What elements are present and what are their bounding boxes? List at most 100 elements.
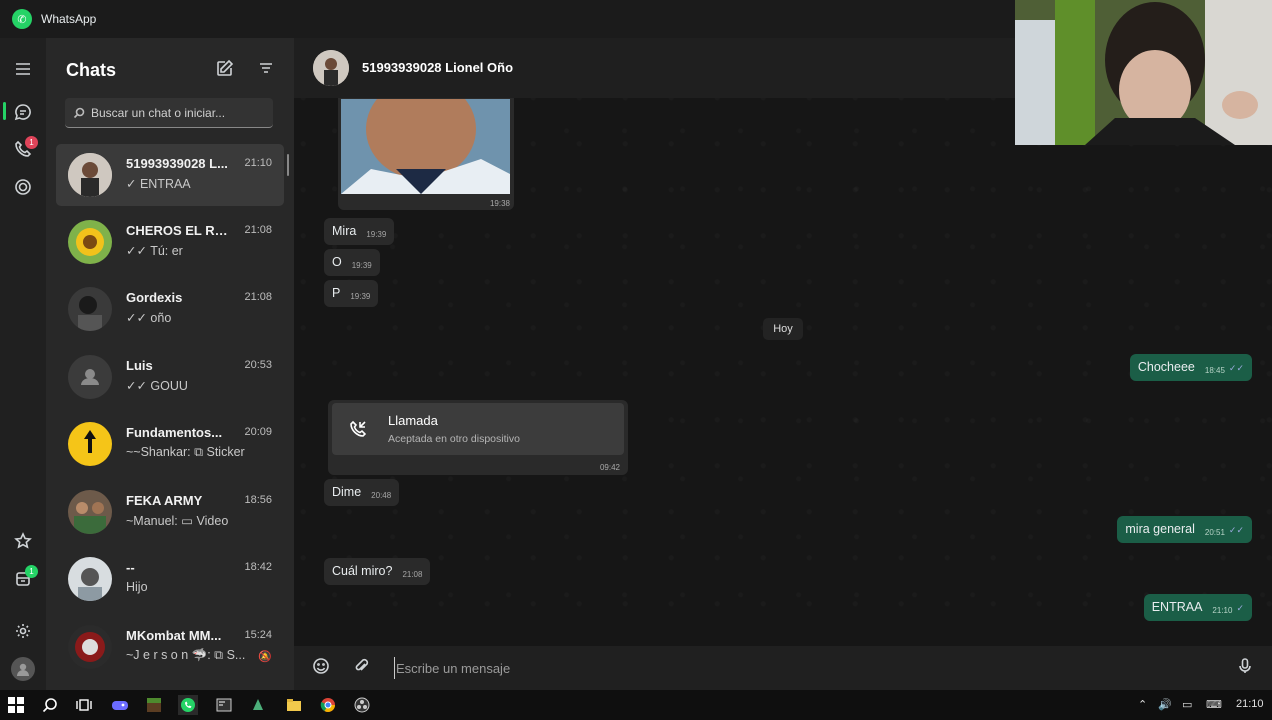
call-title: Llamada [388,413,438,428]
windows-taskbar: ⌃ 🔊 ▭ ⌨ 21:10 [0,690,1272,720]
nav-rail: 1 1 [0,38,46,690]
chats-icon[interactable] [12,101,34,123]
incoming-message[interactable]: Dime 20:48 [324,479,400,506]
tray-chevron-icon[interactable]: ⌃ [1138,698,1147,711]
chat-preview: ✓ ENTRAA [126,177,191,191]
chat-preview: Hijo [126,580,148,594]
sent-tick-icon: ✓ [1236,603,1244,613]
webcam-overlay [1015,0,1272,145]
chat-avatar [68,557,112,601]
filter-icon[interactable] [257,59,275,77]
image-message[interactable]: 19:38 [338,98,514,210]
chat-list-panel: Chats 51993939028 L... 21:10 ✓ ENTRAA CH… [46,38,294,690]
minecraft-icon[interactable] [144,695,164,715]
chat-name: -- [126,560,135,575]
chat-time: 15:24 [244,629,272,641]
task-view-icon[interactable] [74,695,94,715]
call-card[interactable]: Llamada Aceptada en otro dispositivo [332,403,624,455]
chat-item[interactable]: MKombat MM... 15:24 ~J e r s o n 🦈: ⧉ S.… [56,616,284,678]
message-text: Cuál miro? [332,564,393,578]
game-app-icon[interactable] [110,695,130,715]
message-text: Chocheee [1137,360,1195,374]
emoji-icon[interactable] [312,657,332,677]
read-receipt-icon: ✓✓ [1228,363,1244,373]
obs-icon[interactable] [352,695,372,715]
message-text: ENTRAA [1151,600,1203,614]
game-launcher-icon[interactable] [248,695,268,715]
message-input[interactable] [394,657,1214,679]
volume-icon[interactable]: 🔊 [1158,698,1172,711]
chat-list-scrollbar[interactable] [287,154,289,176]
message-time: 19:39 [351,261,372,270]
calls-badge: 1 [25,136,38,149]
incoming-message[interactable]: Mira 19:39 [324,218,395,245]
search-icon [73,107,85,118]
message-text: Dime [332,485,362,499]
keyboard-icon[interactable]: ⌨ [1206,698,1222,711]
call-subtitle: Aceptada en otro dispositivo [388,433,520,445]
menu-icon[interactable] [12,58,34,80]
settings-icon[interactable] [12,620,34,642]
active-indicator [3,102,6,120]
message-time: 20:48 [371,491,392,500]
chat-item[interactable]: -- 18:42 Hijo [56,548,284,610]
chat-item[interactable]: Luis 20:53 ✓✓ GOUU [56,346,284,408]
attach-icon[interactable] [352,657,372,677]
search-box[interactable] [65,98,273,128]
message-time: 21:10 [1212,606,1233,615]
message-time: 19:39 [366,230,387,239]
window-title: WhatsApp [41,12,97,26]
contact-name: 51993939028 Lionel Oño [362,60,514,75]
chat-item[interactable]: Fundamentos... 20:09 ~~Shankar: ⧉ Sticke… [56,413,284,475]
whatsapp-taskbar-icon[interactable] [178,695,198,715]
muted-icon: 🔕 [258,651,272,663]
chrome-icon[interactable] [318,695,338,715]
message-time: 09:42 [599,463,620,472]
starred-icon[interactable] [12,530,34,552]
microphone-icon[interactable] [1236,657,1256,677]
clock[interactable]: 21:10 [1236,698,1264,710]
chat-name: Luis [126,358,153,373]
chat-preview: ~Manuel: ▭ Video [126,514,229,528]
outgoing-message[interactable]: ENTRAA 21:10 ✓ [1143,594,1252,621]
chat-item[interactable]: Gordexis 21:08 ✓✓ oño [56,278,284,340]
message-time: 20:51 [1204,528,1225,537]
chat-time: 18:56 [244,494,272,506]
message-time: 18:45 [1204,366,1225,375]
message-time: 21:08 [402,570,423,579]
message-time: 19:38 [489,199,510,208]
message-text: P [332,286,341,300]
network-icon[interactable]: ▭ [1182,698,1192,711]
chat-item[interactable]: 51993939028 L... 21:10 ✓ ENTRAA [56,144,284,206]
chat-preview: ~J e r s o n 🦈: ⧉ S... [126,648,246,662]
incoming-message[interactable]: Cuál miro? 21:08 [324,558,431,585]
search-input[interactable] [91,105,271,120]
chat-avatar [68,220,112,264]
photo-thumbnail[interactable] [341,99,510,194]
incoming-message[interactable]: O 19:39 [324,249,380,276]
incoming-message[interactable]: P 19:39 [324,280,379,307]
chat-name: FEKA ARMY [126,493,203,508]
contact-avatar[interactable] [313,50,349,86]
chat-name: Gordexis [126,290,183,305]
windows-start-icon[interactable] [6,695,26,715]
message-composer [294,646,1272,690]
chat-item[interactable]: FEKA ARMY 18:56 ~Manuel: ▭ Video [56,481,284,543]
outgoing-message[interactable]: mira general 20:51 ✓✓ [1117,516,1252,543]
file-explorer-icon[interactable] [284,695,304,715]
new-chat-icon[interactable] [216,59,234,77]
terminal-icon[interactable] [214,695,234,715]
chat-time: 21:10 [244,157,272,169]
chat-time: 20:53 [244,359,272,371]
chats-heading: Chats [66,60,117,80]
chat-avatar [68,490,112,534]
message-text: Mira [332,224,357,238]
chat-item[interactable]: CHEROS EL RE... 21:08 ✓✓ Tú: er [56,211,284,273]
status-icon[interactable] [12,176,34,198]
search-taskbar-icon[interactable] [40,695,60,715]
call-message[interactable]: Llamada Aceptada en otro dispositivo 09:… [328,400,628,475]
profile-avatar[interactable] [11,657,35,681]
outgoing-message[interactable]: Chocheee 18:45 ✓✓ [1129,354,1252,381]
chat-name: Fundamentos... [126,425,223,440]
chat-avatar [68,625,112,669]
